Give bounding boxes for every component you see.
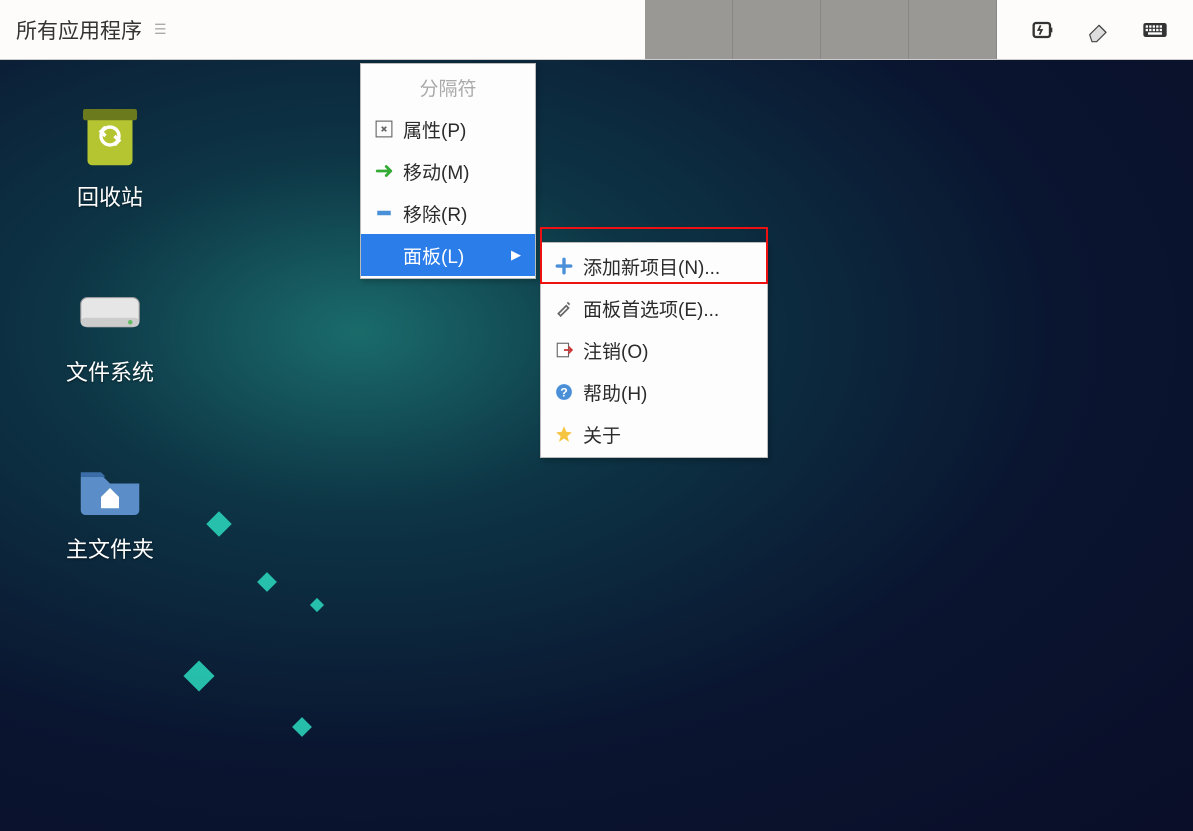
wallpaper-particle (292, 717, 312, 737)
desktop-icon-label: 文件系统 (66, 355, 154, 387)
desktop-icon-label: 回收站 (77, 180, 143, 212)
blank-icon (375, 246, 393, 264)
menu-item-properties[interactable]: 属性(P) (361, 108, 535, 150)
menu-item-about[interactable]: 关于 (541, 413, 767, 455)
menu-item-panel-prefs[interactable]: 面板首选项(E)... (541, 287, 767, 329)
all-apps-label[interactable]: 所有应用程序 (16, 15, 142, 45)
submenu-arrow-icon: ▶ (511, 247, 521, 263)
desktop-icon-filesystem[interactable]: 文件系统 (40, 275, 180, 387)
menu-item-add-new[interactable]: 添加新项目(N)... (541, 245, 767, 287)
wallpaper-particle (206, 511, 231, 536)
star-icon (555, 425, 573, 443)
menu-item-help[interactable]: ? 帮助(H) (541, 371, 767, 413)
desktop-icon-home[interactable]: 主文件夹 (40, 452, 180, 564)
context-menu-primary: 分隔符 属性(P) 移动(M) 移除(R) 面板(L) ▶ (360, 63, 536, 279)
menu-item-label: 面板首选项(E)... (583, 295, 719, 322)
battery-icon[interactable] (1029, 16, 1057, 44)
desktop-icon-recycle[interactable]: 回收站 (40, 100, 180, 212)
taskbar-button-4[interactable] (909, 0, 997, 59)
menu-item-label: 分隔符 (419, 74, 476, 101)
wallpaper-particle (310, 598, 324, 612)
remove-icon (375, 204, 393, 222)
tools-icon (555, 299, 573, 317)
taskbar-button-2[interactable] (733, 0, 821, 59)
menu-item-label: 属性(P) (403, 116, 466, 143)
wallpaper-particle (183, 660, 214, 691)
menu-item-panel[interactable]: 面板(L) ▶ (361, 234, 535, 276)
help-icon: ? (555, 383, 573, 401)
panel-right (645, 0, 1193, 59)
keyboard-icon[interactable] (1141, 16, 1169, 44)
menu-item-label: 注销(O) (583, 337, 648, 364)
menu-item-label: 面板(L) (403, 242, 464, 269)
menu-item-label: 帮助(H) (583, 379, 647, 406)
home-folder-icon (74, 452, 146, 524)
wallpaper-particle (257, 572, 277, 592)
menu-item-label: 添加新项目(N)... (583, 253, 720, 280)
recycle-bin-icon (74, 100, 146, 172)
menu-item-remove[interactable]: 移除(R) (361, 192, 535, 234)
menu-item-logout[interactable]: 注销(O) (541, 329, 767, 371)
system-tray (997, 16, 1193, 44)
drive-icon (74, 275, 146, 347)
task-buttons (645, 0, 997, 59)
menu-item-label: 移动(M) (403, 158, 469, 185)
menu-item-label: 移除(R) (403, 200, 467, 227)
taskbar-button-3[interactable] (821, 0, 909, 59)
properties-icon (375, 120, 393, 138)
desktop-icon-label: 主文件夹 (66, 532, 154, 564)
svg-text:?: ? (560, 386, 568, 400)
taskbar-button-1[interactable] (645, 0, 733, 59)
menu-separator-label: 分隔符 (361, 66, 535, 108)
panel-left: 所有应用程序 ☰ (0, 15, 167, 45)
menu-item-move[interactable]: 移动(M) (361, 150, 535, 192)
menu-item-label: 关于 (583, 421, 621, 448)
logout-icon (555, 341, 573, 359)
context-menu-submenu: 添加新项目(N)... 面板首选项(E)... 注销(O) ? 帮助(H) 关于 (540, 242, 768, 458)
move-icon (375, 162, 393, 180)
plus-icon (555, 257, 573, 275)
eraser-icon[interactable] (1085, 16, 1113, 44)
menu-icon[interactable]: ☰ (154, 21, 167, 38)
top-panel: 所有应用程序 ☰ (0, 0, 1193, 60)
